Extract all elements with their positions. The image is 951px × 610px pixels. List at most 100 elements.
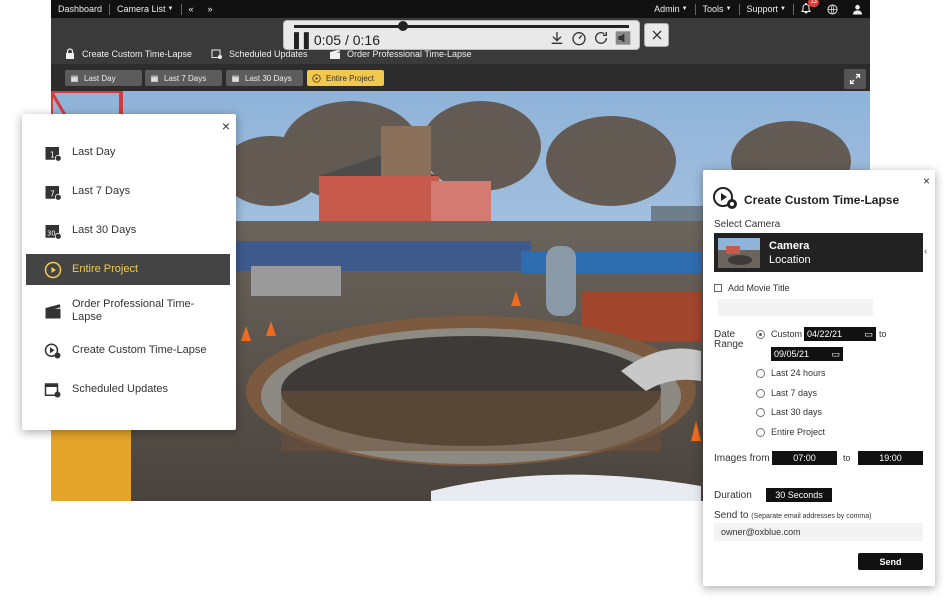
caret-down-icon: ▼ [725, 6, 732, 12]
menu-item-scheduled-updates[interactable]: Scheduled Updates [26, 374, 230, 405]
range-last-7-days-button[interactable]: Last 7 Days [145, 70, 222, 86]
duration-label: Duration [714, 490, 752, 501]
menu-item-create-custom[interactable]: Create Custom Time-Lapse [26, 335, 230, 366]
calendar-icon: ▭ [864, 328, 873, 339]
to-label: to [843, 453, 851, 463]
option-label: Last 7 days [771, 388, 818, 398]
clapperboard-icon [45, 303, 61, 318]
range-label: Last Day [84, 73, 116, 83]
volume-icon[interactable] [615, 30, 631, 46]
custom-timelapse-panel: × Create Custom Time-Lapse Select Camera… [703, 170, 935, 586]
close-player-button[interactable] [644, 23, 669, 47]
menu-item-label: Last 7 Days [72, 185, 131, 197]
speed-icon[interactable] [571, 30, 587, 46]
calendar-7-icon: 7 [45, 185, 62, 201]
duration-select[interactable]: 30 Seconds [766, 488, 832, 502]
camera-select[interactable]: Camera Location [714, 233, 923, 272]
time-to-select[interactable]: 19:00 [858, 451, 923, 465]
play-gear-icon [44, 343, 61, 358]
custom-label: Custom [771, 329, 803, 339]
nav-camera-list-label: Camera List [117, 4, 166, 14]
send-button[interactable]: Send [858, 553, 923, 570]
radio-custom[interactable] [756, 330, 765, 339]
nav-camera-list[interactable]: Camera List ▼ [110, 0, 180, 18]
date-range-label: Range [714, 339, 744, 350]
to-label: to [879, 329, 887, 339]
expand-icon [849, 73, 861, 85]
lock-icon [66, 48, 74, 59]
menu-item-label: Last Day [72, 146, 116, 158]
range-entire-project-button[interactable]: Entire Project [307, 70, 384, 86]
camera-thumbnail [718, 237, 760, 268]
radio-last-24-hours[interactable] [756, 369, 765, 378]
option-label: Last 30 days [771, 407, 823, 417]
email-value: owner@oxblue.com [721, 527, 801, 537]
send-to-hint: (Separate email addresses by comma) [751, 513, 872, 520]
add-movie-title-checkbox[interactable] [714, 284, 722, 292]
menu-item-order-professional[interactable]: Order Professional Time-Lapse [26, 293, 230, 328]
date-to-input[interactable]: 09/05/21 ▭ [771, 347, 843, 361]
calendar-icon: ▭ [831, 348, 840, 359]
pause-icon[interactable]: ▌▌ [294, 32, 314, 48]
time-from-value: 07:00 [793, 453, 816, 463]
menu-item-last-day[interactable]: 1 Last Day [26, 137, 230, 168]
menu-item-entire-project[interactable]: Entire Project [26, 254, 230, 285]
nav-admin[interactable]: Admin ▼ [647, 0, 694, 18]
radio-last-7-days[interactable] [756, 389, 765, 398]
chevron-left-icon[interactable]: ‹ [924, 246, 927, 257]
svg-text:1: 1 [50, 150, 55, 159]
range-last-day-button[interactable]: Last Day [65, 70, 142, 86]
menu-item-label: Scheduled Updates [72, 383, 169, 395]
notifications-button[interactable]: 13 [800, 0, 819, 16]
globe-icon [827, 3, 838, 15]
next-camera-button[interactable]: » [201, 0, 220, 18]
svg-text:30: 30 [47, 229, 56, 237]
language-button[interactable] [820, 0, 845, 18]
menu-item-label: Order Professional Time-Lapse [72, 297, 195, 323]
calendar-gear-icon [211, 49, 222, 59]
user-icon [852, 4, 863, 15]
close-menu-button[interactable]: × [222, 118, 230, 134]
create-custom-timelapse-button[interactable]: Create Custom Time-Lapse [64, 46, 192, 62]
calendar-icon [71, 75, 78, 82]
time-from-select[interactable]: 07:00 [772, 451, 837, 465]
prev-camera-button[interactable]: « [182, 0, 201, 18]
caret-down-icon: ▼ [681, 6, 688, 12]
option-label: Entire Project [771, 427, 826, 437]
close-panel-button[interactable]: × [923, 174, 930, 188]
user-button[interactable] [845, 0, 870, 18]
radio-last-30-days[interactable] [756, 408, 765, 417]
movie-title-input[interactable] [718, 299, 873, 316]
menu-item-label: Create Custom Time-Lapse [72, 344, 207, 356]
email-input[interactable]: owner@oxblue.com [714, 523, 923, 541]
replay-icon[interactable] [593, 30, 609, 46]
camera-location: Location [769, 253, 811, 266]
progress-track[interactable] [294, 21, 629, 31]
menu-item-last-7-days[interactable]: 7 Last 7 Days [26, 176, 230, 207]
menu-item-label: Last 30 Days [72, 224, 137, 236]
download-icon[interactable] [549, 30, 565, 46]
range-label: Last 30 Days [245, 73, 292, 83]
calendar-icon [232, 75, 239, 82]
nav-dashboard-label: Dashboard [58, 4, 103, 14]
order-pro-label: Order Professional Time-Lapse [347, 49, 472, 59]
option-label: Last 24 hours [771, 368, 826, 378]
duration-value: 30 Seconds [775, 490, 823, 500]
play-circle-icon [44, 261, 62, 278]
radio-entire-project[interactable] [756, 428, 765, 437]
nav-dashboard[interactable]: Dashboard [51, 0, 109, 18]
send-to-label: Send to [714, 510, 749, 521]
range-last-30-days-button[interactable]: Last 30 Days [226, 70, 303, 86]
video-player-controls: ▌▌0:05 / 0:16 [283, 20, 640, 50]
date-to-value: 09/05/21 [774, 349, 810, 359]
fullscreen-button[interactable] [844, 69, 866, 89]
menu-item-last-30-days[interactable]: 30 Last 30 Days [26, 215, 230, 246]
play-circle-icon [312, 73, 321, 83]
nav-support-label: Support [746, 4, 779, 14]
date-from-input[interactable]: 04/22/21 ▭ [804, 327, 876, 341]
nav-support[interactable]: Support ▼ [740, 0, 793, 18]
nav-tools-label: Tools [702, 4, 724, 14]
nav-tools[interactable]: Tools ▼ [696, 0, 739, 18]
svg-text:7: 7 [50, 189, 55, 198]
progress-thumb[interactable] [397, 21, 408, 31]
